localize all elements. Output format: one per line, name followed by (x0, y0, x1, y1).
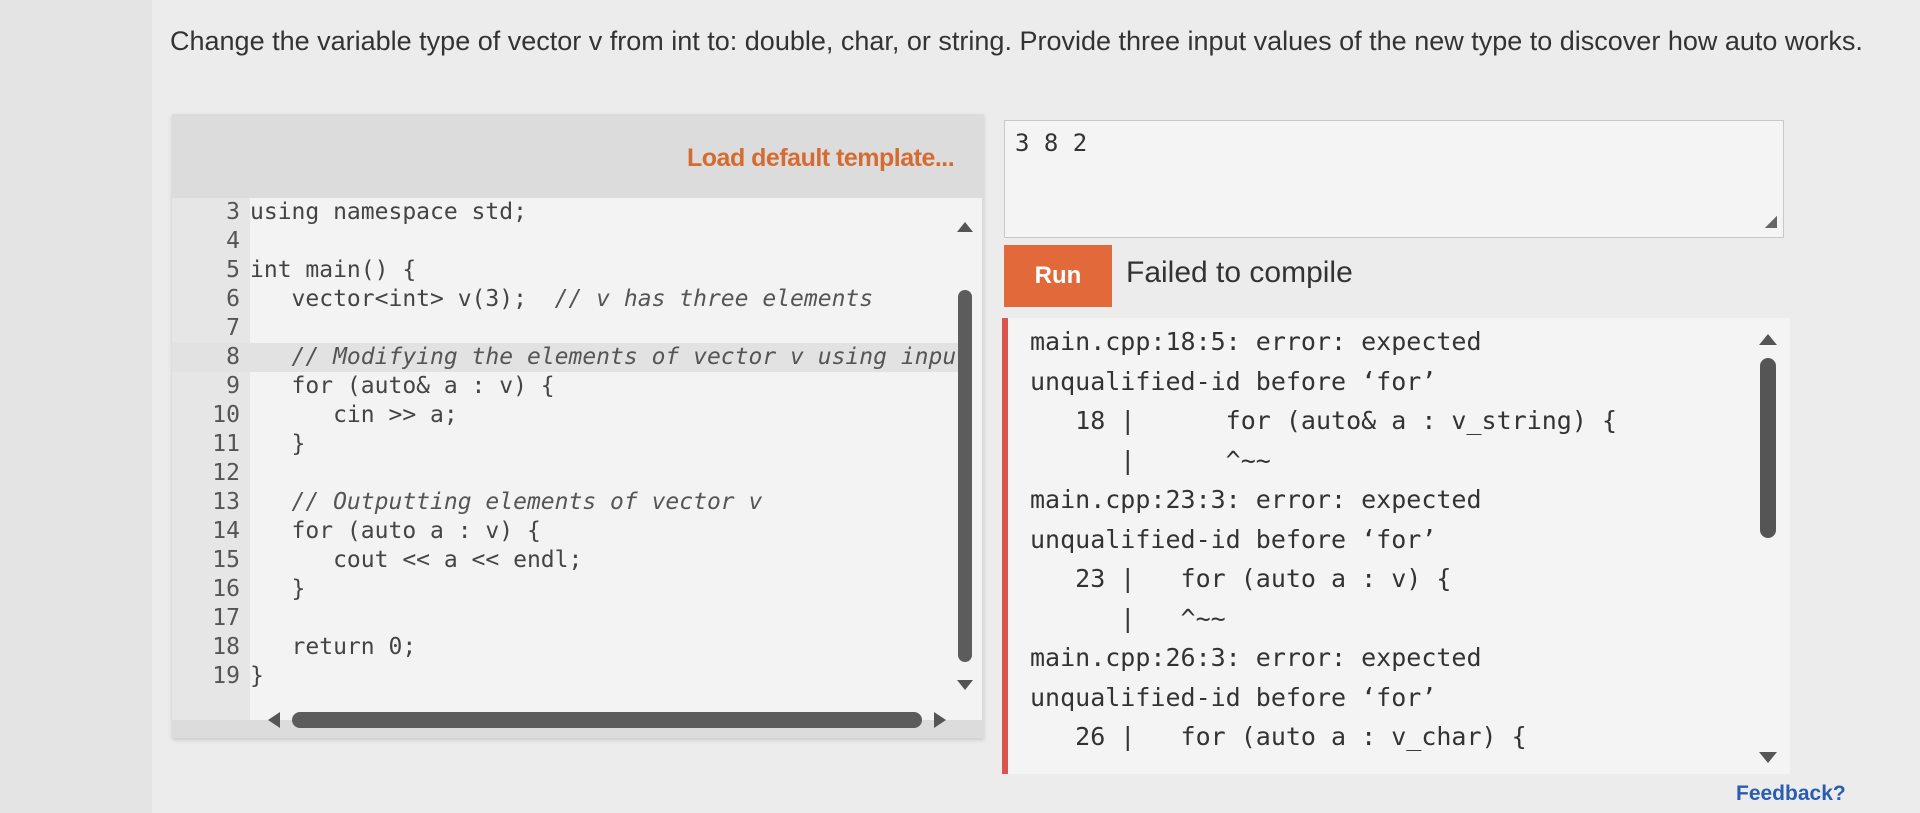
code-comment: // Modifying the elements of vector v us… (291, 344, 957, 370)
code-lines[interactable]: 3 using namespace std; 4 5 int main() {6 vec… (172, 198, 962, 691)
code-line[interactable]: 14 for (auto a : v) { (172, 517, 962, 546)
code-line[interactable]: 19} (172, 662, 962, 691)
code-line[interactable]: 6 vector<int> v(3); // v has three eleme… (172, 285, 962, 314)
line-number: 15 (212, 547, 240, 573)
code-text: int main() { (250, 257, 417, 283)
line-number: 9 (226, 373, 240, 399)
code-text: using namespace std; (250, 199, 527, 225)
code-text: return 0; (250, 634, 417, 660)
code-text: } (250, 431, 306, 457)
compiler-output-text: main.cpp:18:5: error: expected unqualifie… (1030, 322, 1617, 757)
line-number: 6 (226, 286, 240, 312)
output-line: main.cpp:26:3: error: expected (1030, 643, 1482, 672)
code-line[interactable]: 17 (172, 604, 962, 633)
output-scrollbar-thumb[interactable] (1760, 358, 1776, 538)
code-line[interactable]: 9 for (auto& a : v) { (172, 372, 962, 401)
code-line[interactable]: 5 int main() { (172, 256, 962, 285)
code-line[interactable]: 18 return 0; (172, 633, 962, 662)
line-number: 16 (212, 576, 240, 602)
vertical-scrollbar-thumb[interactable] (958, 290, 972, 662)
program-input-box[interactable]: ◢ (1004, 120, 1784, 238)
line-number: 3 (226, 199, 240, 225)
line-number: 8 (226, 344, 240, 370)
code-comment: // Outputting elements of vector v (291, 489, 763, 515)
output-line: main.cpp:18:5: error: expected (1030, 327, 1482, 356)
code-text: for (auto a : v) { (250, 518, 541, 544)
code-line[interactable]: 12 (172, 459, 962, 488)
scroll-down-arrow-icon[interactable] (957, 680, 973, 690)
output-line: unqualified-id before ‘for’ (1030, 682, 1437, 712)
output-line: unqualified-id before ‘for’ (1030, 524, 1437, 554)
line-number: 18 (212, 634, 240, 660)
code-line[interactable]: 11 } (172, 430, 962, 459)
line-number: 19 (212, 663, 240, 689)
load-default-template-link[interactable]: Load default template... (687, 144, 955, 173)
output-line: 18 | for (auto& a : v_string) { (1030, 406, 1617, 435)
code-text: cout << a << endl; (250, 547, 583, 573)
output-line: main.cpp:23:3: error: expected (1030, 485, 1482, 514)
program-input-field[interactable] (1005, 121, 1783, 237)
code-text: vector<int> v(3); (250, 286, 555, 312)
resize-grip-icon[interactable]: ◢ (1765, 211, 1777, 231)
line-number: 4 (226, 228, 240, 254)
output-scroll-up-arrow-icon[interactable] (1759, 334, 1777, 345)
scroll-right-arrow-icon[interactable] (934, 712, 946, 728)
code-text: } (250, 663, 264, 689)
output-line: unqualified-id before ‘for’ (1030, 366, 1437, 396)
code-text: } (250, 576, 306, 602)
code-line[interactable]: 15 cout << a << endl; (172, 546, 962, 575)
code-line[interactable]: 10 cin >> a; (172, 401, 962, 430)
code-line[interactable]: 3 using namespace std; (172, 198, 962, 227)
code-comment: // v has three elements (554, 286, 874, 312)
code-line[interactable]: 7 (172, 314, 962, 343)
line-number: 17 (212, 605, 240, 631)
line-number: 12 (212, 460, 240, 486)
run-button[interactable]: Run (1004, 245, 1112, 307)
output-line: 26 | for (auto a : v_char) { (1030, 722, 1527, 751)
code-editor[interactable]: 3 using namespace std; 4 5 int main() {6 vec… (172, 198, 982, 728)
instructions-text: Change the variable type of vector v fro… (170, 26, 1863, 56)
code-line[interactable]: 8 // Modifying the elements of vector v … (172, 343, 962, 372)
feedback-link[interactable]: Feedback? (1736, 782, 1846, 806)
output-scroll-down-arrow-icon[interactable] (1759, 752, 1777, 763)
compile-status: Failed to compile (1126, 256, 1353, 289)
compiler-output-panel: main.cpp:18:5: error: expected unqualifie… (1002, 318, 1790, 774)
line-number: 11 (212, 431, 240, 457)
code-line[interactable]: 4 (172, 227, 962, 256)
line-number: 13 (212, 489, 240, 515)
output-line: | ^~~ (1030, 445, 1271, 475)
scroll-up-arrow-icon[interactable] (957, 222, 973, 232)
code-text: for (auto& a : v) { (250, 373, 555, 399)
horizontal-scrollbar-thumb[interactable] (292, 712, 922, 728)
code-line[interactable]: 13 // Outputting elements of vector v (172, 488, 962, 517)
scroll-left-arrow-icon[interactable] (268, 712, 280, 728)
line-number: 14 (212, 518, 240, 544)
code-editor-panel: Load default template... 3 using namespac… (172, 114, 984, 738)
code-line[interactable]: 16 } (172, 575, 962, 604)
code-text: cin >> a; (250, 402, 458, 428)
output-line: | ^~~ (1030, 603, 1226, 633)
line-number: 7 (226, 315, 240, 341)
line-number: 5 (226, 257, 240, 283)
line-number: 10 (212, 402, 240, 428)
output-line: 23 | for (auto a : v) { (1030, 564, 1452, 593)
